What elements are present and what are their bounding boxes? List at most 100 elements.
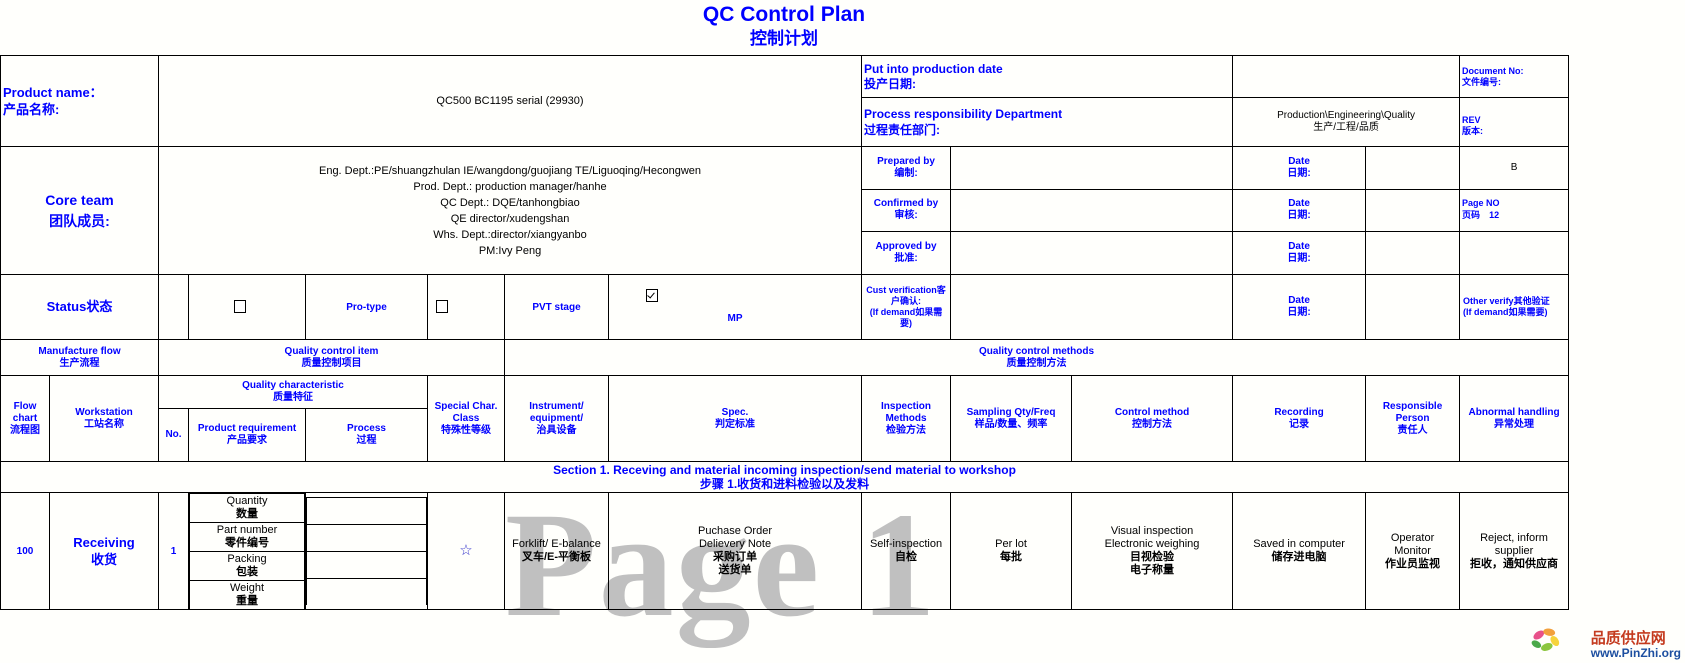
status-option-1-label: PVT stage: [532, 301, 581, 313]
prepared-date-en: Date: [1288, 155, 1310, 167]
status-checkbox-mp-wrap[interactable]: [611, 288, 859, 302]
group-quality-control-methods-cn: 质量控制方法: [1006, 357, 1067, 369]
cell-process[interactable]: [305, 492, 428, 610]
brand-watermark-cn: 品质供应网: [1590, 629, 1666, 647]
checkbox-icon-pvt-stage[interactable]: [435, 300, 448, 314]
product-name-value-cell[interactable]: QC500 BC1195 serial (29930): [157, 55, 863, 147]
process-2-cell: [306, 551, 427, 579]
approved-date-label-cell: Date 日期:: [1232, 231, 1367, 275]
core-team-label-cn: 团队成员:: [49, 212, 110, 229]
row-no-value: 1: [170, 545, 177, 557]
header-row-core-team-prepared: Core team 团队成员: Eng. Dept.:PE/shuangzhul…: [0, 146, 1570, 275]
checkbox-icon-mp[interactable]: [645, 288, 658, 302]
cell-inspection-methods[interactable]: Self-inspection 自检: [861, 492, 952, 610]
brand-watermark-url: www.PinZhi.org: [1590, 646, 1681, 661]
document-title-en: QC Control Plan: [702, 3, 866, 26]
status-date-en: Date: [1288, 295, 1310, 306]
row-inspection-cn: 自检: [895, 551, 918, 563]
product-requirement-0-en: Quantity: [226, 495, 268, 507]
column-control-method-cell: Control method 控制方法: [1071, 375, 1234, 462]
group-manufacture-flow-en: Manufacture flow: [38, 345, 121, 357]
process-item[interactable]: [306, 524, 427, 552]
process-responsibility-value-en: Production\Engineering\Quality: [1277, 110, 1415, 121]
column-quality-characteristic-cell: Quality characteristic 质量特征: [158, 375, 428, 409]
column-abnormal-handling-cn: 异常处理: [1494, 418, 1535, 430]
other-verify-en: Other verify其他验证: [1463, 296, 1550, 306]
cell-no[interactable]: 1: [158, 492, 189, 610]
cell-abnormal-handling[interactable]: Reject, inform supplier 拒收，通知供应商: [1459, 492, 1570, 610]
cust-verification-en: Cust verification客户确认:: [866, 285, 946, 306]
column-no-cell: No.: [158, 408, 189, 462]
cell-control-method[interactable]: Visual inspection Electronic weighing 目视…: [1071, 492, 1234, 610]
cell-responsible-person[interactable]: Operator Monitor 作业员监视: [1365, 492, 1461, 610]
cell-workstation[interactable]: Receiving 收货: [49, 492, 159, 610]
cell-product-requirement[interactable]: Quantity 数量 Part number 零件编号 Packing 包装 …: [188, 492, 306, 610]
column-recording-en: Recording: [1274, 406, 1324, 418]
cell-spec[interactable]: Puchase Order Delievery Note 采购订单 送货单: [607, 492, 863, 610]
process-item[interactable]: [306, 497, 427, 525]
product-requirement-item[interactable]: Quantity 数量: [189, 493, 305, 523]
status-date-cn: 日期:: [1287, 307, 1311, 318]
checkbox-icon-pro-type[interactable]: [233, 300, 246, 314]
row-inspection-en: Self-inspection: [869, 538, 943, 550]
product-name-value: QC500 BC1195 serial (29930): [436, 94, 584, 107]
status-option-2-label-wrap: MP: [611, 312, 859, 325]
cell-flow-chart[interactable]: 100: [0, 492, 50, 610]
cust-verification-value-cell[interactable]: [950, 274, 1234, 340]
status-checkbox-prototype-wrap[interactable]: [191, 300, 303, 314]
cell-special-char-class[interactable]: ☆: [427, 492, 505, 610]
column-recording-cn: 记录: [1289, 418, 1310, 430]
cell-sampling[interactable]: Per lot 每批: [950, 492, 1073, 610]
process-responsibility-value-cell[interactable]: Production\Engineering\Quality 生产/工程/品质: [1232, 97, 1461, 147]
status-date-value-cell[interactable]: [1365, 274, 1461, 340]
row-sampling-en: Per lot: [995, 538, 1027, 550]
product-requirement-1-en: Part number: [216, 524, 278, 536]
rev-cell: REV 版本:: [1459, 97, 1570, 147]
group-header-row: Manufacture flow 生产流程 Quality control it…: [0, 339, 1570, 376]
column-responsible-person-cn: 责任人: [1397, 424, 1428, 436]
core-team-line-0: Eng. Dept.:PE/shuangzhulan IE/wangdong/g…: [318, 164, 702, 177]
column-flow-chart-cn: 流程图: [10, 424, 40, 436]
prepared-date-value-cell[interactable]: [1365, 146, 1461, 190]
special-char-star-icon: ☆: [459, 541, 473, 559]
row-recording-cn: 储存进电脑: [1271, 551, 1327, 563]
column-quality-characteristic-cn: 质量特征: [273, 392, 313, 403]
process-3-cell: [306, 578, 427, 605]
cell-recording[interactable]: Saved in computer 储存进电脑: [1232, 492, 1367, 610]
status-option-2-cell[interactable]: MP: [607, 274, 863, 340]
confirmed-by-cn: 审核:: [894, 210, 918, 222]
status-option-0-box-cell[interactable]: [188, 274, 306, 340]
prepared-by-value-cell[interactable]: [950, 146, 1234, 190]
put-into-production-value-cell[interactable]: [1232, 55, 1461, 98]
prepared-by-en: Prepared by: [877, 155, 935, 167]
status-option-1-box-cell[interactable]: [427, 274, 505, 340]
status-checkbox-pvt-wrap[interactable]: [430, 300, 502, 314]
confirmed-by-value-cell[interactable]: [950, 188, 1234, 233]
approved-date-value-cell[interactable]: [1365, 231, 1461, 275]
product-name-label-cell: Product name： 产品名称:: [0, 55, 159, 147]
confirmed-date-value-cell[interactable]: [1365, 188, 1461, 233]
product-requirement-item[interactable]: Packing 包装: [189, 551, 305, 581]
core-team-members-cell[interactable]: Eng. Dept.:PE/shuangzhulan IE/wangdong/g…: [157, 146, 863, 275]
process-item[interactable]: [306, 551, 427, 579]
group-manufacture-flow-cell: Manufacture flow 生产流程: [0, 339, 159, 376]
rev-value-cell[interactable]: B: [1459, 146, 1570, 190]
column-process-en: Process: [347, 423, 386, 434]
other-verify-cell: Other verify其他验证 (If demand如果需要): [1459, 274, 1570, 340]
product-requirement-0-cell: Quantity 数量: [189, 493, 305, 523]
product-requirement-item[interactable]: Weight 重量: [189, 580, 305, 609]
core-team-line-4: Whs. Dept.:director/xiangyanbo: [433, 228, 587, 241]
table-row[interactable]: 100 Receiving 收货 1 Quantity 数量 Part numb…: [0, 492, 1570, 610]
cell-instrument[interactable]: Forklift/ E-balance 叉车/E-平衡板: [504, 492, 609, 610]
document-no-cell: Document No: 文件编号:: [1459, 55, 1570, 98]
approved-date-en: Date: [1288, 241, 1310, 253]
row-sampling-cn: 每批: [1000, 551, 1023, 563]
row-flow-chart-value: 100: [16, 545, 34, 557]
process-item[interactable]: [306, 578, 427, 605]
approved-by-value-cell[interactable]: [950, 231, 1234, 275]
row-responsible-cn: 作业员监视: [1385, 557, 1441, 570]
product-requirement-item[interactable]: Part number 零件编号: [189, 522, 305, 552]
group-quality-control-item-cell: Quality control item 质量控制项目: [158, 339, 505, 376]
section-title-cn: 步骤 1.收货和进料检验以及发料: [699, 477, 870, 491]
column-instrument-en: Instrument/ equipment/: [529, 400, 584, 424]
